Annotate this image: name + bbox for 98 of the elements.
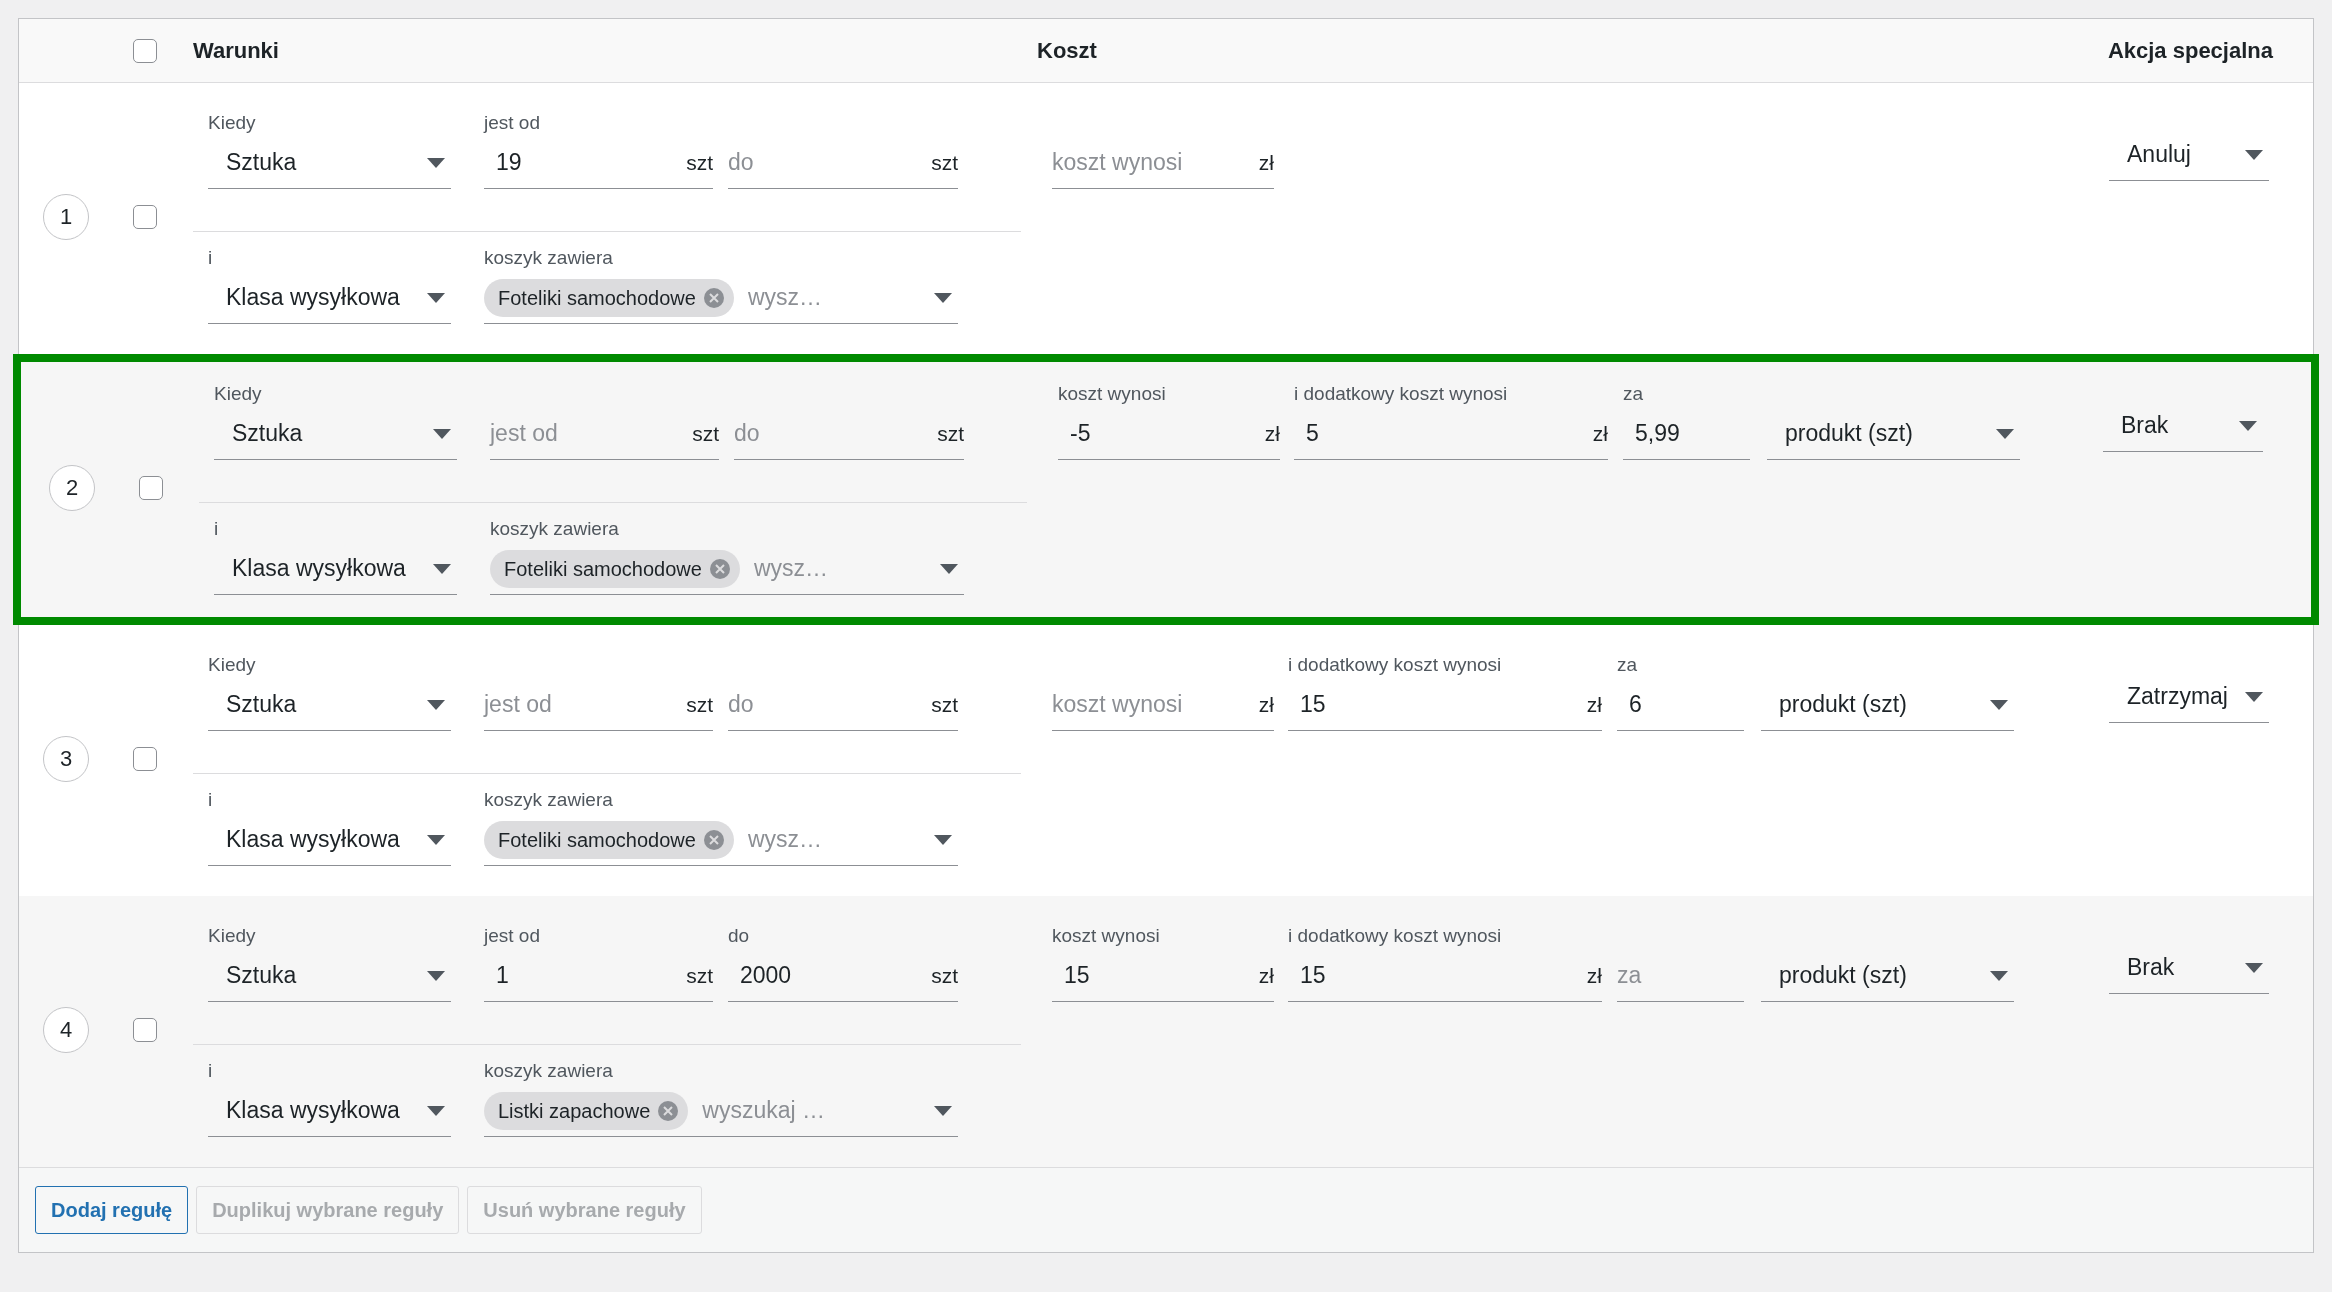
checkbox[interactable] xyxy=(133,38,157,63)
column-header: Koszt xyxy=(1037,38,1097,63)
input-field[interactable]: koszt wynosi zł xyxy=(1052,679,1274,731)
field-label: koszt wynosi xyxy=(1058,383,1166,404)
caret-icon xyxy=(2245,691,2263,702)
input-field[interactable]: 5,99 xyxy=(1623,408,1750,460)
checkbox[interactable] xyxy=(133,1017,157,1042)
caret-icon xyxy=(427,970,445,981)
caret-icon xyxy=(2245,962,2263,973)
field-label: Kiedy xyxy=(208,112,256,133)
dropdown[interactable]: Sztuka xyxy=(208,950,451,1002)
field-label: jest od xyxy=(484,112,540,133)
remove-icon[interactable] xyxy=(703,829,724,850)
dropdown[interactable]: produkt (szt) xyxy=(1761,950,2014,1002)
field-label: za xyxy=(1617,654,1638,675)
tag-search-field[interactable]: Listki zapachowe wyszukaj … xyxy=(484,1085,958,1137)
caret-icon xyxy=(1996,428,2014,439)
checkbox[interactable] xyxy=(133,204,157,229)
field-label: jest od xyxy=(484,925,540,946)
field-label: koszyk zawiera xyxy=(484,1060,613,1081)
tag-search-field[interactable]: Foteliki samochodowe wysz… xyxy=(484,814,958,866)
remove-icon[interactable] xyxy=(709,558,730,579)
tag-search-field[interactable]: Foteliki samochodowe wysz… xyxy=(490,543,964,595)
rule-number: 1 xyxy=(43,193,89,240)
input-field[interactable]: 6 xyxy=(1617,679,1744,731)
checkbox[interactable] xyxy=(139,475,163,500)
caret-icon xyxy=(427,699,445,710)
dropdown[interactable]: Klasa wysyłkowa xyxy=(208,1085,451,1137)
input-field[interactable]: do szt xyxy=(728,679,958,731)
field-label: koszyk zawiera xyxy=(484,247,613,268)
remove-icon[interactable] xyxy=(703,287,724,308)
field-label: koszt wynosi xyxy=(1052,925,1160,946)
dropdown[interactable]: Sztuka xyxy=(208,679,451,731)
input-field[interactable]: -5 zł xyxy=(1058,408,1280,460)
input-field[interactable]: 15 zł xyxy=(1288,679,1602,731)
dropdown[interactable]: Zatrzymaj xyxy=(2109,671,2269,723)
tag-chip[interactable]: Foteliki samochodowe xyxy=(484,820,734,859)
input-field[interactable]: do szt xyxy=(728,137,958,189)
field-label: i xyxy=(208,789,213,810)
field-label: i xyxy=(208,247,213,268)
input-field[interactable]: 19 szt xyxy=(484,137,713,189)
input-field[interactable]: 1 szt xyxy=(484,950,713,1002)
column-header: Akcja specjalna xyxy=(2107,38,2273,63)
tag-chip[interactable]: Foteliki samochodowe xyxy=(484,278,734,317)
caret-icon xyxy=(427,1105,445,1116)
tag-search-field[interactable]: Foteliki samochodowe wysz… xyxy=(484,272,958,324)
rule-number: 3 xyxy=(43,735,89,782)
input-field[interactable]: 5 zł xyxy=(1294,408,1608,460)
checkbox[interactable] xyxy=(133,746,157,771)
dropdown[interactable]: produkt (szt) xyxy=(1761,679,2014,731)
field-label: i xyxy=(208,1060,213,1081)
tag-chip[interactable]: Listki zapachowe xyxy=(484,1091,689,1130)
dropdown[interactable]: Anuluj xyxy=(2109,129,2269,181)
caret-icon xyxy=(427,834,445,845)
field-label: Kiedy xyxy=(208,654,256,675)
input-field[interactable]: jest od szt xyxy=(484,679,713,731)
dropdown[interactable]: Klasa wysyłkowa xyxy=(208,272,451,324)
field-label: i xyxy=(214,518,219,539)
column-header: Warunki xyxy=(193,38,279,63)
remove-icon[interactable] xyxy=(658,1100,679,1121)
input-field[interactable]: 15 zł xyxy=(1288,950,1602,1002)
caret-icon xyxy=(433,563,451,574)
caret-icon xyxy=(427,292,445,303)
dropdown[interactable]: Sztuka xyxy=(214,408,457,460)
dropdown[interactable]: produkt (szt) xyxy=(1767,408,2020,460)
field-label: do xyxy=(728,925,750,946)
dropdown[interactable]: Brak xyxy=(2103,400,2263,452)
dropdown[interactable]: Brak xyxy=(2109,942,2269,994)
caret-icon xyxy=(433,428,451,439)
field-label: i dodatkowy koszt wynosi xyxy=(1288,654,1502,675)
input-field[interactable]: 2000 szt xyxy=(728,950,958,1002)
input-field[interactable]: 15 zł xyxy=(1052,950,1274,1002)
field-label: i dodatkowy koszt wynosi xyxy=(1288,925,1502,946)
input-field[interactable]: do szt xyxy=(734,408,964,460)
field-label: koszyk zawiera xyxy=(484,789,613,810)
field-label: koszyk zawiera xyxy=(490,518,619,539)
caret-icon xyxy=(934,834,952,845)
caret-icon xyxy=(2239,420,2257,431)
dropdown[interactable]: Sztuka xyxy=(208,137,451,189)
caret-icon xyxy=(934,292,952,303)
field-label: za xyxy=(1623,383,1644,404)
rule-number: 4 xyxy=(43,1006,89,1053)
caret-icon xyxy=(934,1105,952,1116)
rule-number: 2 xyxy=(49,464,95,511)
rule-button[interactable]: Dodaj regułę xyxy=(35,1186,189,1234)
dropdown[interactable]: Klasa wysyłkowa xyxy=(214,543,457,595)
caret-icon xyxy=(427,157,445,168)
field-label: Kiedy xyxy=(208,925,256,946)
caret-icon xyxy=(1990,970,2008,981)
caret-icon xyxy=(2245,149,2263,160)
caret-icon xyxy=(1990,699,2008,710)
dropdown[interactable]: Klasa wysyłkowa xyxy=(208,814,451,866)
tag-chip[interactable]: Foteliki samochodowe xyxy=(490,549,740,588)
input-field[interactable]: koszt wynosi zł xyxy=(1052,137,1274,189)
field-label: i dodatkowy koszt wynosi xyxy=(1294,383,1508,404)
caret-icon xyxy=(940,563,958,574)
input-field[interactable]: jest od szt xyxy=(490,408,719,460)
field-label: Kiedy xyxy=(214,383,262,404)
